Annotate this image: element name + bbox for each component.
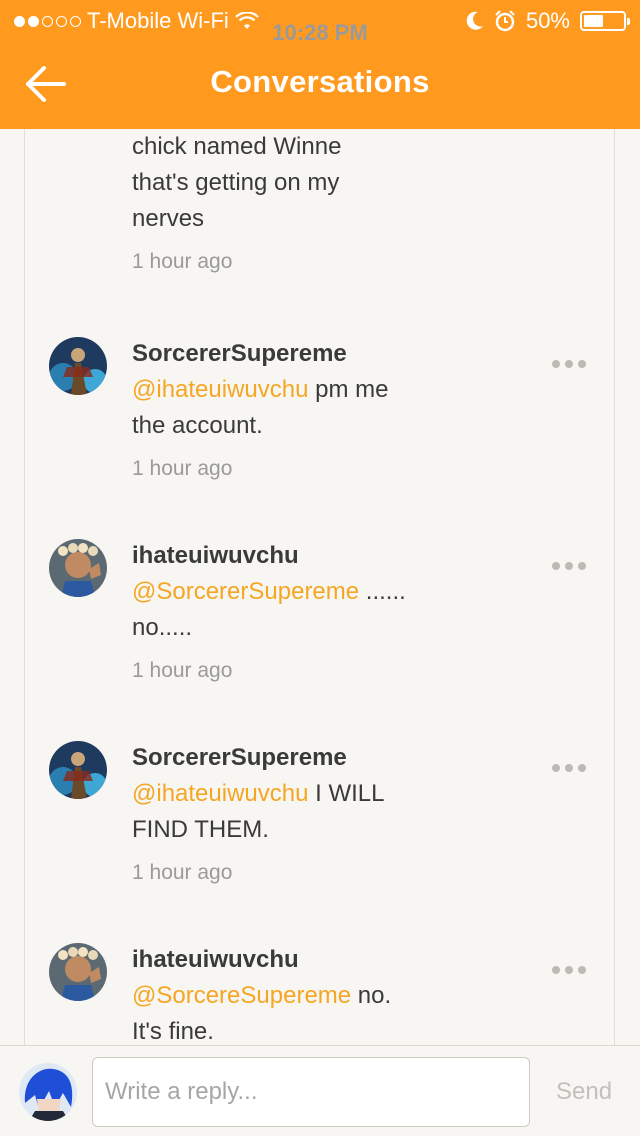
page-title: Conversations — [210, 64, 430, 99]
alarm-icon — [495, 10, 515, 32]
battery-icon — [580, 11, 630, 31]
status-bar: T-Mobile Wi-Fi 10:28 PM 50% — [0, 0, 640, 45]
comment-body: @ihateuiwuvchu I WILL FIND THEM. — [132, 780, 385, 843]
comment-username[interactable]: ihateuiwuvchu — [132, 541, 432, 571]
comment-time: 1 hour ago — [132, 457, 233, 480]
battery-percent: 50% — [525, 8, 570, 33]
more-options-icon[interactable] — [552, 358, 592, 370]
avatar[interactable] — [49, 943, 107, 1001]
conversation-list[interactable]: chick named Winne that's getting on my n… — [0, 129, 640, 1045]
moon-icon — [466, 11, 483, 30]
comment-mention[interactable]: @SorcereSupereme — [132, 982, 351, 1009]
comment-body: @ihateuiwuvchu pm me the account. — [132, 376, 389, 439]
comment-mention[interactable]: @ihateuiwuvchu — [132, 376, 308, 403]
comment-time: 1 hour ago — [132, 659, 233, 682]
more-options-icon[interactable] — [552, 560, 592, 572]
comment-mention[interactable]: @ihateuiwuvchu — [132, 780, 308, 807]
comment-body: chick named Winne that's getting on my n… — [132, 133, 342, 232]
comment-mention[interactable]: @SorcererSupereme — [132, 578, 359, 605]
comment-username[interactable]: ihateuiwuvchu — [132, 945, 432, 975]
reply-input[interactable] — [92, 1057, 530, 1127]
app-header: T-Mobile Wi-Fi 10:28 PM 50% Conversation… — [0, 0, 640, 129]
comment-time: 1 hour ago — [132, 861, 233, 884]
avatar — [19, 1063, 77, 1121]
send-button[interactable]: Send — [556, 1078, 612, 1106]
comment-username[interactable]: SorcererSupereme — [132, 339, 432, 369]
avatar[interactable] — [49, 337, 107, 395]
status-right: 50% — [466, 8, 630, 34]
comment-body: @SorcereSupereme no. It's fine. — [132, 982, 392, 1045]
avatar[interactable] — [49, 741, 107, 799]
more-options-icon[interactable] — [552, 762, 592, 774]
comment-body: @SorcererSupereme ...... no..... — [132, 578, 406, 641]
more-options-icon[interactable] — [552, 964, 592, 976]
reply-bar: Send — [0, 1045, 640, 1136]
avatar[interactable] — [49, 539, 107, 597]
comment-time: 1 hour ago — [132, 250, 233, 273]
comment-username[interactable]: SorcererSupereme — [132, 743, 432, 773]
